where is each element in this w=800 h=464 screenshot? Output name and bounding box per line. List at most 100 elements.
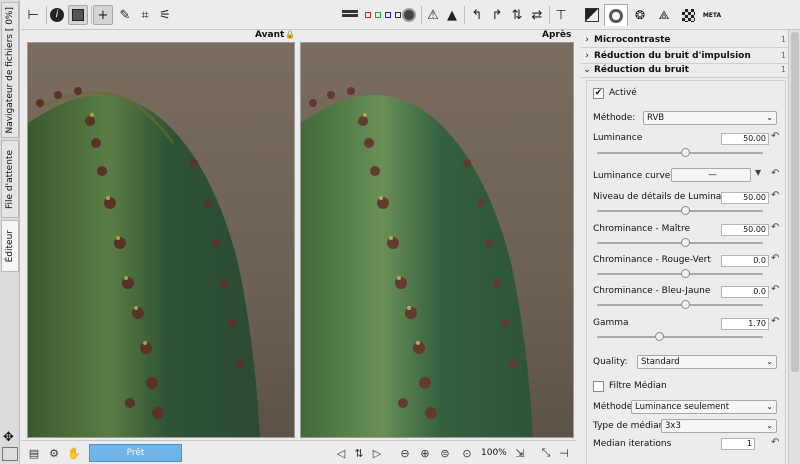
next-image-icon[interactable]: ▷ [368,444,386,462]
gamma-slider[interactable] [597,332,763,341]
info-icon[interactable]: i [47,5,67,25]
warning-shadow-icon[interactable]: ⚠ [423,5,443,25]
toggle-right-panel-icon[interactable]: ⊣ [555,444,573,462]
gamma-label: Gamma [593,318,629,328]
reset-icon[interactable]: ↶ [771,131,779,142]
luminance-value-field[interactable]: 50.00 [721,133,769,145]
after-label: Après [542,30,572,40]
chroma-by-slider[interactable] [597,300,763,309]
tab-queue-label: File d'attente [5,149,15,209]
flip-vertical-icon[interactable]: ⇄ [527,5,547,25]
meta-tab-icon[interactable]: META [700,4,724,26]
cactus-after-graphic [301,87,533,437]
tool-panel-scrollbar[interactable] [788,30,800,464]
median-iterations-field[interactable]: 1 [721,438,755,450]
section-microcontrast[interactable]: › Microcontraste 1 [580,32,788,48]
rotate-left-icon[interactable]: ↰ [467,5,487,25]
scrollbar-thumb[interactable] [791,32,799,372]
luminance-curve-button[interactable]: — [671,168,751,182]
status-ready-label: Prêt [126,448,145,458]
straighten-icon[interactable]: ⚟ [155,5,175,25]
raw-tab-icon[interactable] [676,4,700,26]
zoom-100-icon[interactable]: ⊙ [458,444,476,462]
zoom-fit-icon[interactable]: ⊜ [436,444,454,462]
left-tab-strip: Navigateur de fichiers [ 0%] File d'atte… [0,0,20,464]
color-picker-icon[interactable]: ✎ [115,5,135,25]
expand-icon[interactable]: ⊤ [551,5,571,25]
reset-icon[interactable]: ↶ [771,253,779,264]
filmstrip-icon[interactable] [2,447,18,461]
fullscreen-icon[interactable]: ⤡ [537,444,555,462]
reset-icon[interactable]: ↶ [771,437,779,448]
chroma-master-slider[interactable] [597,238,763,247]
queue-add-icon[interactable]: ⚙ [45,444,63,462]
median-method-value: Luminance seulement [635,402,730,412]
lock-icon[interactable]: 🔒 [285,30,295,39]
reset-icon[interactable]: ↶ [771,316,779,327]
before-after-icon[interactable] [68,5,88,25]
detail-slider[interactable] [597,206,763,215]
tab-file-browser[interactable]: Navigateur de fichiers [ 0%] [1,2,19,138]
before-image[interactable] [27,42,295,438]
chroma-rg-slider[interactable] [597,269,763,278]
chroma-master-value-field[interactable]: 50.00 [721,224,769,236]
median-type-select[interactable]: 3x3 ⌄ [661,419,777,433]
crosshair-icon[interactable]: + [93,5,113,25]
detail-window-icon[interactable]: ⇲ [511,444,529,462]
zoom-out-icon[interactable]: ⊖ [396,444,414,462]
tool-tabs: ❂ ⟁ META [576,0,800,30]
section-microcontrast-title: Microcontraste [594,34,671,45]
bottom-bar: ▤ ⚙ ✋ Prêt ◁ ⇅ ▷ ⊖ ⊕ ⊜ ⊙ 100% ⇲ ⤡ ⊣ [21,440,576,464]
enabled-checkbox[interactable]: ✔ [593,88,604,99]
before-label: Avant [255,30,285,40]
exposure-tab-icon[interactable] [580,4,604,26]
zoom-in-icon[interactable]: ⊕ [416,444,434,462]
median-filter-checkbox[interactable] [593,381,604,392]
crop-icon[interactable]: ⌗ [135,5,155,25]
tab-editor-label: Éditeur [5,229,15,263]
median-method-select[interactable]: Luminance seulement ⌄ [631,400,777,414]
chroma-by-value-field[interactable]: 0.0 [721,286,769,298]
reset-icon[interactable]: ↶ [771,222,779,233]
chroma-rg-value-field[interactable]: 0.0 [721,255,769,267]
quality-select[interactable]: Standard ⌄ [637,355,777,369]
median-type-label: Type de médiane [593,421,670,431]
color-tab-icon[interactable]: ❂ [628,4,652,26]
reset-icon[interactable]: ↶ [771,284,779,295]
method-select[interactable]: RVB ⌄ [643,111,777,125]
hand-icon[interactable]: ⊢ [23,5,43,25]
previous-image-icon[interactable]: ◁ [332,444,350,462]
external-editor-icon[interactable]: ✋ [65,444,83,462]
luminance-label: Luminance [593,133,643,143]
chroma-by-label: Chrominance - Bleu-Jaune [593,286,711,296]
navigator-icon[interactable]: ✥ [3,430,14,445]
details-tab-icon[interactable] [604,4,628,26]
transform-tab-icon[interactable]: ⟁ [652,4,676,26]
reset-icon[interactable]: ↶ [771,168,779,179]
detail-value-field[interactable]: 50.00 [721,192,769,204]
rotate-right-icon[interactable]: ↱ [487,5,507,25]
gamma-value-field[interactable]: 1.70 [721,318,769,330]
luminance-preview-icon[interactable] [339,5,361,25]
median-filter-label: Filtre Médian [609,381,667,391]
sync-icon[interactable]: ⇅ [350,444,368,462]
zoom-level: 100% [481,448,507,458]
main-toolbar: ⊢ i + ✎ ⌗ ⚟ ⚠ ▲ ↰ ↱ ⇅ ⇄ ⊤ [21,0,576,30]
detail-label: Niveau de détails de Luminance [593,192,738,202]
focus-mask-icon[interactable] [399,5,419,25]
curve-dropdown-icon[interactable]: ▼ [755,168,761,177]
luminance-curve-label: Luminance curve: [593,171,674,181]
tab-queue[interactable]: File d'attente [1,140,19,218]
status-ready-button[interactable]: Prêt [89,444,182,462]
rawtherapee-window: Navigateur de fichiers [ 0%] File d'atte… [0,0,800,464]
luminance-slider[interactable] [597,148,763,157]
tool-panel: › Microcontraste 1 › Réduction du bruit … [580,30,788,464]
tab-editor[interactable]: Éditeur [1,220,19,272]
reset-icon[interactable]: ↶ [771,190,779,201]
save-icon[interactable]: ▤ [25,444,43,462]
flip-horizontal-icon[interactable]: ⇅ [507,5,527,25]
after-image[interactable] [300,42,574,438]
method-label: Méthode: [593,113,636,123]
section-noise-reduction[interactable]: ⌄ Réduction du bruit 1 [580,62,788,78]
warning-highlight-icon[interactable]: ▲ [442,5,462,25]
